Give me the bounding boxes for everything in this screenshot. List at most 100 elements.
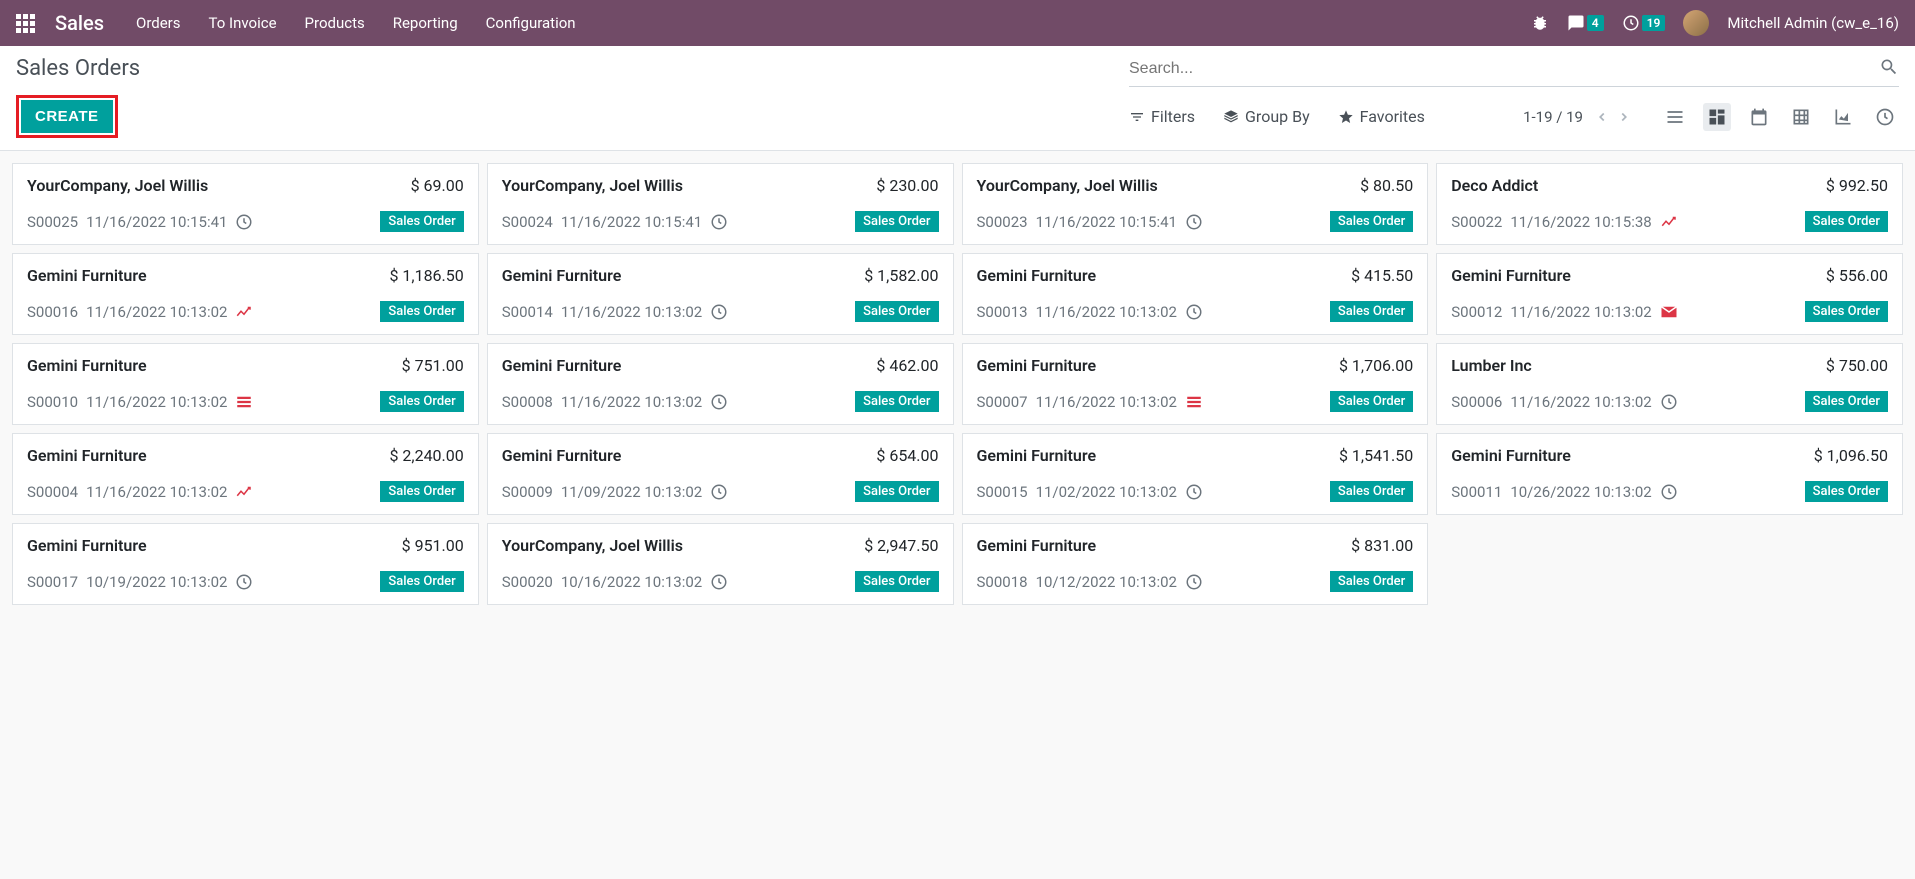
clock-icon[interactable] — [235, 573, 253, 591]
card-reference: S00010 — [27, 393, 78, 411]
card-amount: $ 951.00 — [402, 536, 464, 555]
card-customer: Gemini Furniture — [977, 356, 1097, 375]
kanban-card[interactable]: Gemini Furniture$ 1,582.00S0001411/16/20… — [487, 253, 954, 335]
card-amount: $ 2,240.00 — [389, 446, 463, 465]
status-badge: Sales Order — [1330, 391, 1413, 412]
kanban-card[interactable]: Gemini Furniture$ 1,541.50S0001511/02/20… — [962, 433, 1429, 515]
view-calendar-button[interactable] — [1745, 103, 1773, 131]
bug-icon[interactable] — [1531, 14, 1549, 32]
clock-icon[interactable] — [1185, 483, 1203, 501]
clock-icon[interactable] — [710, 303, 728, 321]
task-icon[interactable] — [235, 393, 253, 411]
user-avatar[interactable] — [1683, 10, 1709, 36]
kanban-card[interactable]: Gemini Furniture$ 1,706.00S0000711/16/20… — [962, 343, 1429, 425]
view-activity-button[interactable] — [1871, 103, 1899, 131]
card-date: 11/16/2022 10:15:38 — [1510, 213, 1651, 231]
status-badge: Sales Order — [855, 391, 938, 412]
kanban-card[interactable]: Lumber Inc$ 750.00S0000611/16/2022 10:13… — [1436, 343, 1903, 425]
pager-prev-icon[interactable] — [1595, 110, 1609, 124]
card-reference: S00025 — [27, 213, 78, 231]
kanban-card[interactable]: Gemini Furniture$ 951.00S0001710/19/2022… — [12, 523, 479, 605]
status-badge: Sales Order — [380, 571, 463, 592]
calendar-icon — [1749, 107, 1769, 127]
clock-icon[interactable] — [1185, 213, 1203, 231]
kanban-card[interactable]: YourCompany, Joel Willis$ 230.00S0002411… — [487, 163, 954, 245]
layers-icon — [1223, 109, 1239, 125]
messaging-icon[interactable]: 4 — [1567, 14, 1604, 32]
status-badge: Sales Order — [1805, 301, 1888, 322]
kanban-card[interactable]: YourCompany, Joel Willis$ 80.50S0002311/… — [962, 163, 1429, 245]
clock-icon[interactable] — [1660, 483, 1678, 501]
status-badge: Sales Order — [1330, 301, 1413, 322]
clock-icon[interactable] — [710, 483, 728, 501]
kanban-card[interactable]: Gemini Furniture$ 556.00S0001211/16/2022… — [1436, 253, 1903, 335]
kanban-card[interactable]: Gemini Furniture$ 1,096.50S0001110/26/20… — [1436, 433, 1903, 515]
nav-products[interactable]: Products — [305, 14, 365, 32]
clock-icon[interactable] — [710, 573, 728, 591]
card-reference: S00020 — [502, 573, 553, 591]
search-icon[interactable] — [1879, 57, 1899, 81]
card-customer: Gemini Furniture — [502, 266, 622, 285]
favorites-button[interactable]: Favorites — [1338, 107, 1425, 126]
username[interactable]: Mitchell Admin (cw_e_16) — [1727, 14, 1899, 32]
clock-icon[interactable] — [235, 213, 253, 231]
create-button[interactable]: CREATE — [21, 100, 113, 133]
kanban-card[interactable]: Gemini Furniture$ 1,186.50S0001611/16/20… — [12, 253, 479, 335]
card-amount: $ 462.00 — [876, 356, 938, 375]
create-button-highlight: CREATE — [16, 95, 118, 138]
search-input[interactable] — [1129, 56, 1879, 82]
clock-icon[interactable] — [1185, 303, 1203, 321]
view-pivot-button[interactable] — [1787, 103, 1815, 131]
pager-next-icon[interactable] — [1617, 110, 1631, 124]
view-graph-button[interactable] — [1829, 103, 1857, 131]
card-date: 10/26/2022 10:13:02 — [1510, 483, 1651, 501]
card-amount: $ 992.50 — [1826, 176, 1888, 195]
kanban-card[interactable]: YourCompany, Joel Willis$ 69.00S0002511/… — [12, 163, 479, 245]
list-icon — [1665, 107, 1685, 127]
control-panel: Sales Orders CREATE Filters Group B — [0, 46, 1915, 151]
clock-icon[interactable] — [710, 213, 728, 231]
view-list-button[interactable] — [1661, 103, 1689, 131]
clock-icon[interactable] — [1185, 573, 1203, 591]
mail-icon[interactable] — [1660, 303, 1678, 321]
card-customer: Gemini Furniture — [977, 266, 1097, 285]
card-date: 11/16/2022 10:13:02 — [86, 393, 227, 411]
card-amount: $ 1,186.50 — [389, 266, 463, 285]
status-badge: Sales Order — [855, 481, 938, 502]
line-chart-icon[interactable] — [235, 483, 253, 501]
status-badge: Sales Order — [855, 571, 938, 592]
nav-to-invoice[interactable]: To Invoice — [209, 14, 277, 32]
nav-reporting[interactable]: Reporting — [393, 14, 458, 32]
clock-icon[interactable] — [710, 393, 728, 411]
view-kanban-button[interactable] — [1703, 103, 1731, 131]
line-chart-icon[interactable] — [235, 303, 253, 321]
card-amount: $ 415.50 — [1351, 266, 1413, 285]
groupby-button[interactable]: Group By — [1223, 107, 1310, 126]
kanban-card[interactable]: Gemini Furniture$ 751.00S0001011/16/2022… — [12, 343, 479, 425]
card-reference: S00012 — [1451, 303, 1502, 321]
pager-text[interactable]: 1-19 / 19 — [1523, 108, 1583, 126]
nav-configuration[interactable]: Configuration — [486, 14, 576, 32]
card-customer: YourCompany, Joel Willis — [502, 176, 683, 195]
line-chart-icon[interactable] — [1660, 213, 1678, 231]
status-badge: Sales Order — [1330, 571, 1413, 592]
card-customer: Gemini Furniture — [27, 356, 147, 375]
task-icon[interactable] — [1185, 393, 1203, 411]
card-date: 11/16/2022 10:13:02 — [86, 303, 227, 321]
kanban-card[interactable]: Gemini Furniture$ 831.00S0001810/12/2022… — [962, 523, 1429, 605]
card-reference: S00017 — [27, 573, 78, 591]
status-badge: Sales Order — [380, 391, 463, 412]
kanban-card[interactable]: Gemini Furniture$ 415.50S0001311/16/2022… — [962, 253, 1429, 335]
kanban-card[interactable]: Gemini Furniture$ 654.00S0000911/09/2022… — [487, 433, 954, 515]
kanban-card[interactable]: Gemini Furniture$ 2,240.00S0000411/16/20… — [12, 433, 479, 515]
kanban-card[interactable]: YourCompany, Joel Willis$ 2,947.50S00020… — [487, 523, 954, 605]
card-reference: S00023 — [977, 213, 1028, 231]
kanban-card[interactable]: Gemini Furniture$ 462.00S0000811/16/2022… — [487, 343, 954, 425]
activities-icon[interactable]: 19 — [1622, 14, 1666, 32]
clock-icon[interactable] — [1660, 393, 1678, 411]
app-brand[interactable]: Sales — [55, 11, 104, 35]
kanban-card[interactable]: Deco Addict$ 992.50S0002211/16/2022 10:1… — [1436, 163, 1903, 245]
filters-button[interactable]: Filters — [1129, 107, 1195, 126]
nav-orders[interactable]: Orders — [136, 14, 181, 32]
apps-icon[interactable] — [16, 14, 35, 33]
